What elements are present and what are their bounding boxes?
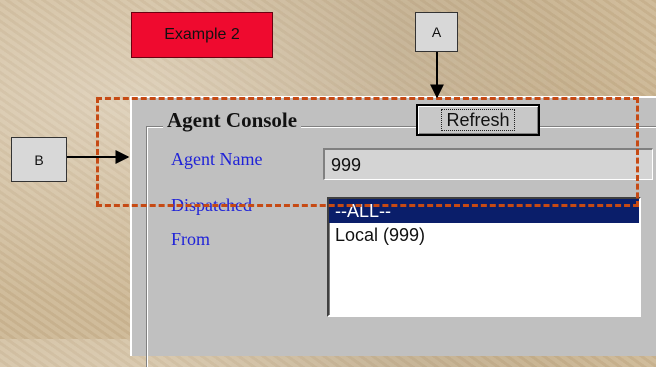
callout-arrows — [67, 52, 444, 164]
